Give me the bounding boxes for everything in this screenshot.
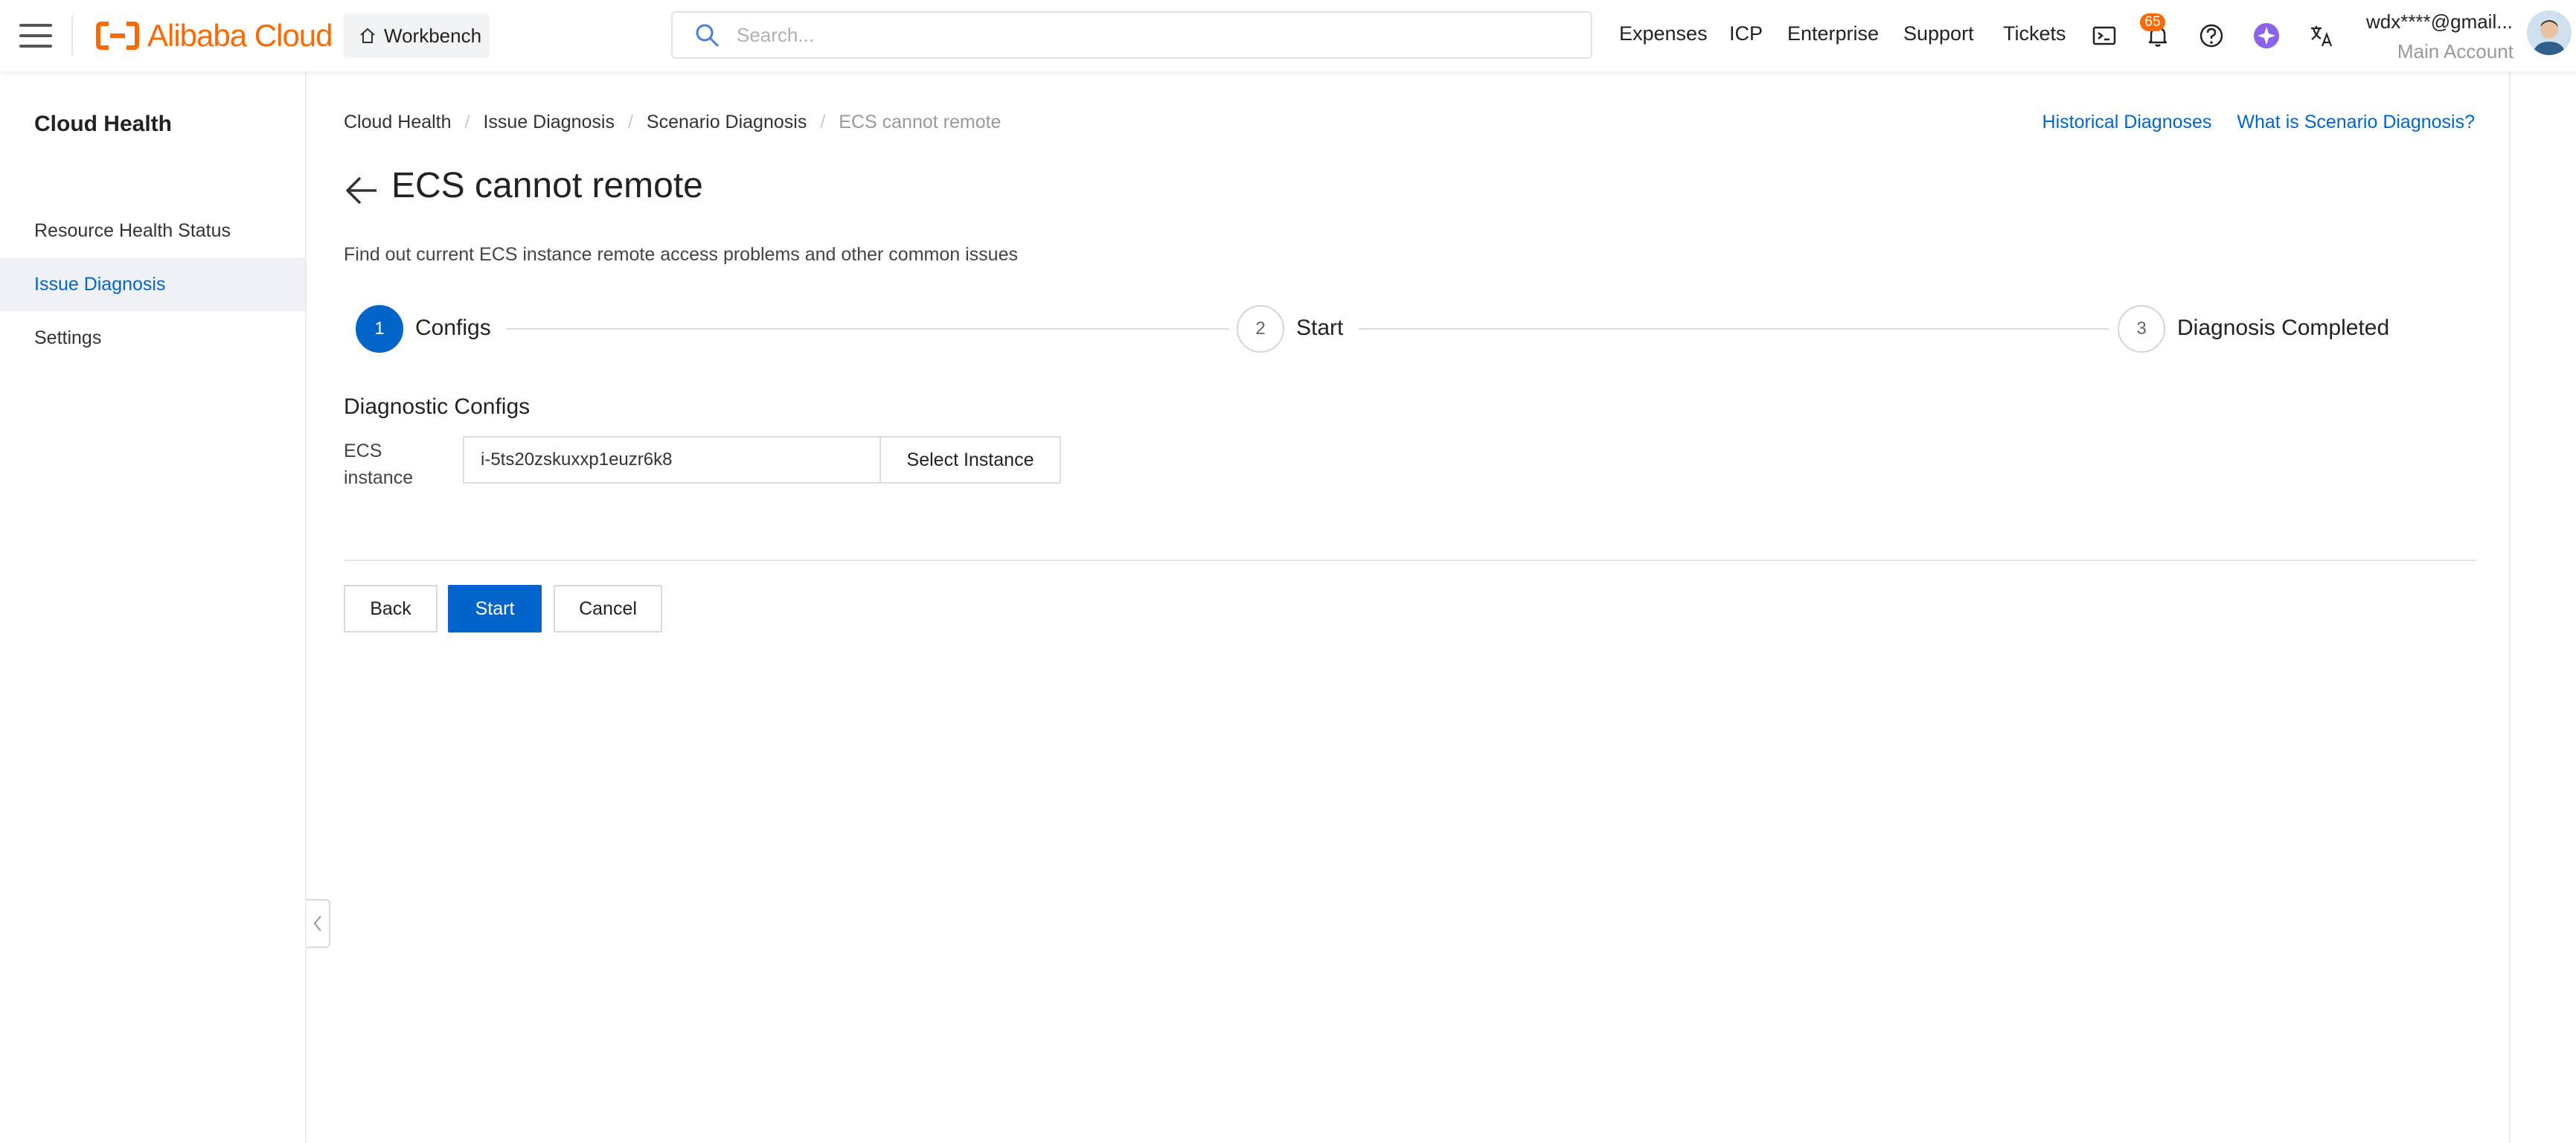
- workbench-button[interactable]: Workbench: [344, 13, 490, 58]
- back-arrow-icon[interactable]: [344, 174, 379, 207]
- search-bar[interactable]: [671, 11, 1592, 59]
- sidebar: Cloud Health Resource Health Status Issu…: [0, 71, 307, 1143]
- form-divider: [344, 560, 2476, 561]
- page-title: ECS cannot remote: [391, 166, 703, 205]
- sidebar-item-issue-diagnosis[interactable]: Issue Diagnosis: [0, 257, 305, 311]
- what-is-scenario-diagnosis-link[interactable]: What is Scenario Diagnosis?: [2237, 112, 2475, 133]
- brand-name: Alibaba Cloud: [147, 18, 333, 53]
- breadcrumb-scenario-diagnosis[interactable]: Scenario Diagnosis: [647, 112, 807, 133]
- terminal-icon[interactable]: [2089, 21, 2119, 51]
- top-bar: Alibaba Cloud Workbench Expenses ICP Ent…: [0, 0, 2576, 71]
- top-links: Historical Diagnoses What is Scenario Di…: [2017, 112, 2475, 133]
- ecs-instance-input[interactable]: [463, 436, 881, 484]
- step-3-label: Diagnosis Completed: [2177, 316, 2390, 340]
- step-3-indicator: 3: [2118, 305, 2165, 353]
- breadcrumb: Cloud Health / Issue Diagnosis / Scenari…: [344, 112, 1001, 133]
- select-instance-button[interactable]: Select Instance: [880, 436, 1061, 484]
- historical-diagnoses-link[interactable]: Historical Diagnoses: [2042, 112, 2212, 133]
- user-email[interactable]: wdx****@gmail...: [2366, 10, 2513, 33]
- search-input[interactable]: [737, 23, 1555, 47]
- step-connector: [1359, 328, 2109, 330]
- step-1-indicator: 1: [356, 305, 403, 353]
- search-icon: [696, 24, 719, 47]
- breadcrumb-cloud-health[interactable]: Cloud Health: [344, 112, 452, 133]
- step-connector: [506, 328, 1229, 330]
- nav-tickets[interactable]: Tickets: [2003, 22, 2066, 45]
- page-description: Find out current ECS instance remote acc…: [344, 244, 1018, 265]
- home-icon: [360, 28, 375, 43]
- start-button[interactable]: Start: [448, 585, 542, 633]
- nav-expenses[interactable]: Expenses: [1619, 22, 1708, 45]
- workbench-label: Workbench: [384, 24, 482, 47]
- step-2-label: Start: [1296, 316, 1344, 340]
- cancel-button[interactable]: Cancel: [554, 585, 662, 633]
- sidebar-collapse-button[interactable]: [307, 899, 330, 948]
- logo-mark-icon: [95, 21, 140, 51]
- header-divider: [71, 15, 73, 57]
- breadcrumb-separator: /: [820, 112, 826, 132]
- language-icon[interactable]: [2307, 21, 2336, 51]
- breadcrumb-issue-diagnosis[interactable]: Issue Diagnosis: [483, 112, 614, 133]
- breadcrumb-separator: /: [627, 112, 633, 132]
- breadcrumb-separator: /: [464, 112, 470, 132]
- sidebar-item-settings[interactable]: Settings: [0, 311, 305, 365]
- alibaba-cloud-logo[interactable]: Alibaba Cloud: [95, 18, 333, 54]
- nav-enterprise[interactable]: Enterprise: [1787, 22, 1879, 45]
- user-role: Main Account: [2397, 40, 2513, 63]
- nav-support[interactable]: Support: [1903, 22, 1974, 45]
- sidebar-title: Cloud Health: [34, 112, 172, 136]
- right-panel-divider: [2509, 71, 2511, 1143]
- back-button[interactable]: Back: [344, 585, 438, 633]
- ai-assistant-icon[interactable]: [2252, 21, 2281, 51]
- ecs-instance-label: ECS instance: [344, 441, 414, 488]
- help-icon[interactable]: [2197, 21, 2226, 51]
- section-title: Diagnostic Configs: [344, 394, 531, 419]
- chevron-left-icon: [313, 915, 321, 932]
- breadcrumb-current: ECS cannot remote: [839, 112, 1002, 132]
- nav-icp[interactable]: ICP: [1729, 22, 1763, 45]
- sidebar-item-resource-health-status[interactable]: Resource Health Status: [0, 204, 305, 257]
- step-2-indicator: 2: [1237, 305, 1284, 353]
- menu-icon[interactable]: [19, 22, 52, 49]
- notification-badge: 65: [2140, 13, 2165, 31]
- step-1-label: Configs: [415, 316, 491, 340]
- avatar[interactable]: [2527, 10, 2572, 55]
